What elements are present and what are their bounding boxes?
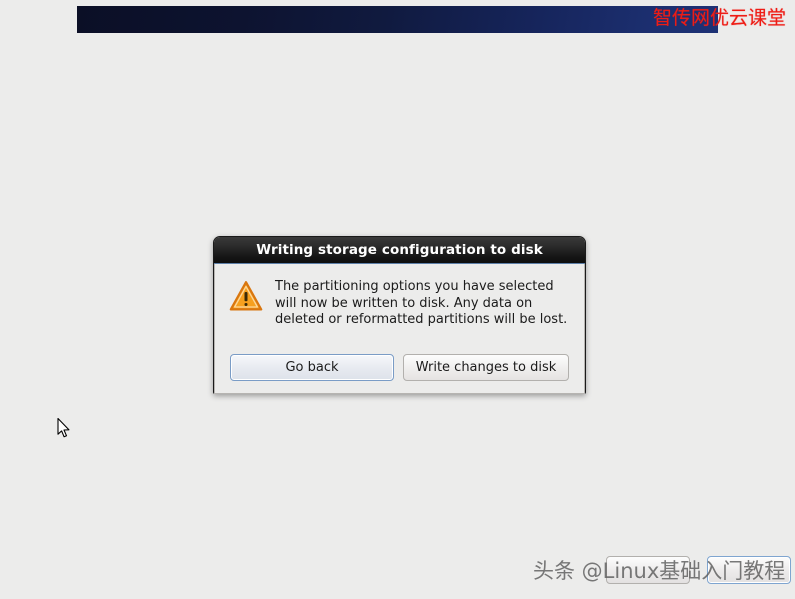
arrow-cursor [57,417,71,440]
footer-watermark-text: 头条 @Linux基础入门教程 [533,559,786,583]
banner-watermark-text: 智传网优云课堂 [652,7,786,29]
dialog-body: The partitioning options you have select… [214,264,585,394]
dialog-button-row: Go back Write changes to disk [215,354,584,381]
dialog-content: The partitioning options you have select… [215,264,584,329]
warning-triangle-icon [229,280,263,312]
write-changes-to-disk-button[interactable]: Write changes to disk [403,354,569,381]
dialog-message-text: The partitioning options you have select… [275,279,568,327]
dialog-titlebar: Writing storage configuration to disk [214,237,585,264]
go-back-button[interactable]: Go back [230,354,394,381]
dialog-title: Writing storage configuration to disk [256,242,543,258]
installer-top-banner [77,6,718,33]
writing-storage-configuration-dialog: Writing storage configuration to disk Th… [213,236,586,394]
